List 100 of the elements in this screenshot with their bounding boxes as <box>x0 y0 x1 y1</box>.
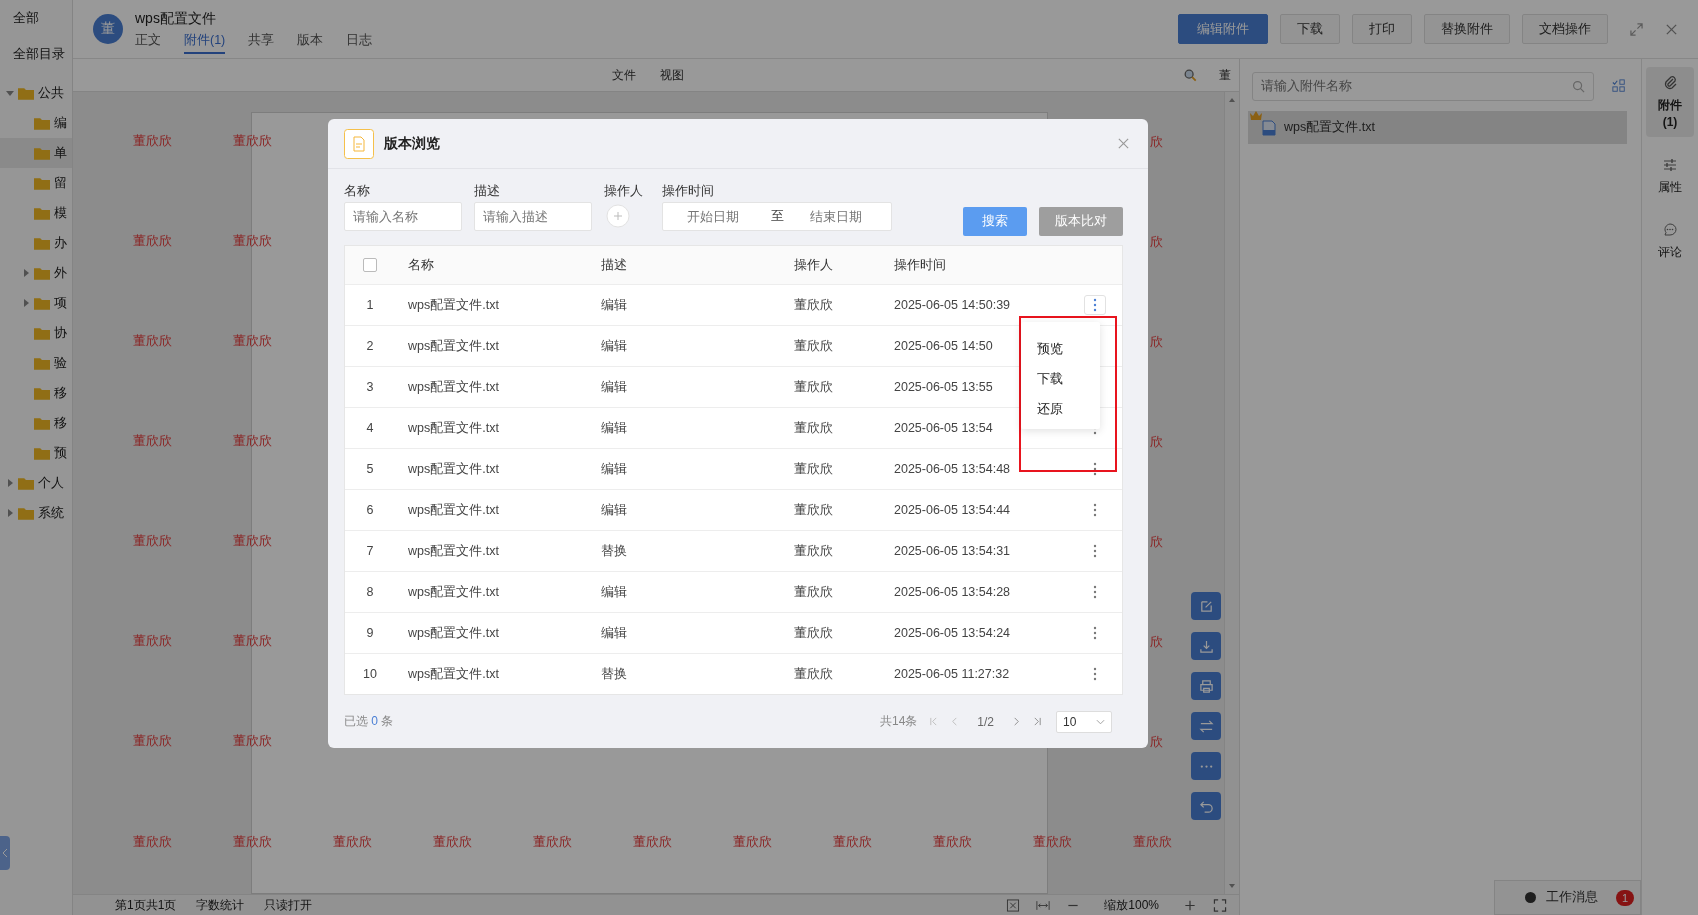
tree-item[interactable]: 留 <box>0 168 72 198</box>
expand-icon[interactable] <box>1630 22 1643 36</box>
table-cell: 2025-06-05 13:54:48 <box>894 462 1011 476</box>
tab[interactable]: 正文 <box>135 32 161 54</box>
watermark-text: 董欣欣 <box>1133 833 1173 851</box>
tree-item[interactable]: 模 <box>0 198 72 228</box>
tree-item[interactable]: 公共 <box>0 78 72 108</box>
menu-item[interactable]: 预览 <box>1021 334 1100 364</box>
fit-width-icon[interactable] <box>1036 898 1051 912</box>
tab[interactable]: 版本 <box>297 32 324 54</box>
folder-icon <box>18 86 34 100</box>
table-cell: 编辑 <box>601 461 627 476</box>
table-cell: 编辑 <box>601 379 627 394</box>
fullscreen-icon[interactable] <box>1213 898 1227 912</box>
search-icon[interactable] <box>1572 79 1585 93</box>
caret-icon[interactable] <box>22 299 30 307</box>
side-tab[interactable]: 评论 <box>1646 214 1694 267</box>
folder-icon <box>34 356 50 370</box>
caret-icon[interactable] <box>1096 718 1105 725</box>
checkbox[interactable] <box>363 258 377 272</box>
table-cell: 董欣欣 <box>794 666 833 681</box>
edit-icon[interactable] <box>1191 592 1221 620</box>
download-icon[interactable] <box>1191 632 1221 660</box>
caret-icon[interactable] <box>6 479 14 487</box>
first-page-icon[interactable] <box>929 717 939 726</box>
watermark-text: 欣 <box>1150 433 1163 451</box>
expand-handle[interactable] <box>0 836 10 870</box>
watermark-text: 董欣欣 <box>133 332 173 350</box>
row-number: 3 <box>366 380 374 394</box>
menu-item[interactable]: 还原 <box>1021 394 1100 424</box>
search-icon[interactable] <box>1183 68 1197 82</box>
side-tab[interactable]: 属性 <box>1646 149 1694 202</box>
description-field[interactable]: 请输入描述 <box>474 202 592 231</box>
more-icon[interactable] <box>1191 752 1221 780</box>
selection-count: 已选 0 条 <box>344 713 394 730</box>
tree-item[interactable]: 系统 <box>0 498 72 528</box>
toolbar-menu[interactable]: 文件 <box>612 66 636 84</box>
table-cell: wps配置文件.txt <box>408 584 499 599</box>
name-field[interactable]: 请输入名称 <box>344 202 462 231</box>
page-size-select[interactable]: 10 <box>1056 710 1112 733</box>
watermark-text: 董欣欣 <box>133 432 173 450</box>
sidebar-item[interactable]: 全部 <box>0 0 72 36</box>
side-tab[interactable]: 附件 (1) <box>1646 67 1694 137</box>
caret-icon[interactable] <box>6 509 14 517</box>
table-cell: 2025-06-05 13:55 <box>894 380 993 394</box>
tree-item[interactable]: 移 <box>0 378 72 408</box>
menu-item[interactable]: 下载 <box>1021 364 1100 394</box>
watermark-text: 董欣欣 <box>433 833 473 851</box>
table-cell: 2025-06-05 13:54:24 <box>894 626 1011 640</box>
grid-icon[interactable] <box>1612 79 1626 93</box>
work-message-tab[interactable]: 工作消息 1 <box>1494 880 1641 915</box>
watermark-text: 董欣欣 <box>733 833 773 851</box>
range-separator: 至 <box>771 208 784 225</box>
tab[interactable]: 附件(1) <box>184 32 226 54</box>
watermark-text: 董欣欣 <box>133 232 173 250</box>
header-button[interactable]: 下载 <box>1280 14 1340 44</box>
tree-item[interactable]: 单 <box>0 138 72 168</box>
tree-item[interactable]: 个人 <box>0 468 72 498</box>
tree-item[interactable]: 编 <box>0 108 72 138</box>
fit-page-icon[interactable] <box>1006 898 1021 912</box>
folder-icon <box>18 476 34 490</box>
user-mark[interactable]: 董 <box>1219 66 1231 84</box>
zoom-in-icon[interactable] <box>1183 898 1197 912</box>
tree-item[interactable]: 协 <box>0 318 72 348</box>
header-button[interactable]: 文档操作 <box>1522 14 1608 44</box>
row-number: 5 <box>366 462 374 476</box>
close-icon[interactable] <box>1117 137 1130 150</box>
next-page-icon[interactable] <box>1012 717 1021 726</box>
watermark-text: 董欣欣 <box>633 833 673 851</box>
tab[interactable]: 日志 <box>346 32 373 54</box>
row-number: 8 <box>366 585 374 599</box>
swap-icon[interactable] <box>1191 712 1221 740</box>
toolbar-menu[interactable]: 视图 <box>660 66 684 84</box>
watermark-text: 董欣欣 <box>133 732 173 750</box>
caret-icon[interactable] <box>6 89 14 97</box>
tree-item[interactable]: 预 <box>0 438 72 468</box>
sidebar-item[interactable]: 全部目录 <box>0 36 72 72</box>
attachment-item[interactable]: wps配置文件.txt <box>1248 111 1627 144</box>
caret-icon[interactable] <box>22 269 30 277</box>
undo-icon[interactable] <box>1191 792 1221 820</box>
more-icon[interactable] <box>1084 295 1106 315</box>
tree-item[interactable]: 验 <box>0 348 72 378</box>
tree-item[interactable]: 办 <box>0 228 72 258</box>
close-icon[interactable] <box>1665 22 1678 36</box>
search-field[interactable]: 请输入附件名称 <box>1252 71 1594 101</box>
table-cell: wps配置文件.txt <box>408 461 499 476</box>
end-date-field[interactable]: 结束日期 <box>808 208 884 225</box>
start-date-field[interactable]: 开始日期 <box>685 208 761 225</box>
date-range-field[interactable]: 开始日期 至 结束日期 <box>662 202 892 231</box>
previous-page-icon[interactable] <box>950 717 960 726</box>
tree-item[interactable]: 外 <box>0 258 72 288</box>
table-cell: wps配置文件.txt <box>408 338 499 353</box>
tree-item[interactable]: 移 <box>0 408 72 438</box>
print-icon[interactable] <box>1191 672 1221 700</box>
table-cell: 2025-06-05 13:54 <box>894 421 993 435</box>
tab[interactable]: 共享 <box>248 32 275 54</box>
header-button[interactable]: 替换附件 <box>1424 14 1510 44</box>
header-button[interactable]: 打印 <box>1352 14 1412 44</box>
last-page-icon[interactable] <box>1033 717 1042 726</box>
tree-item[interactable]: 项 <box>0 288 72 318</box>
